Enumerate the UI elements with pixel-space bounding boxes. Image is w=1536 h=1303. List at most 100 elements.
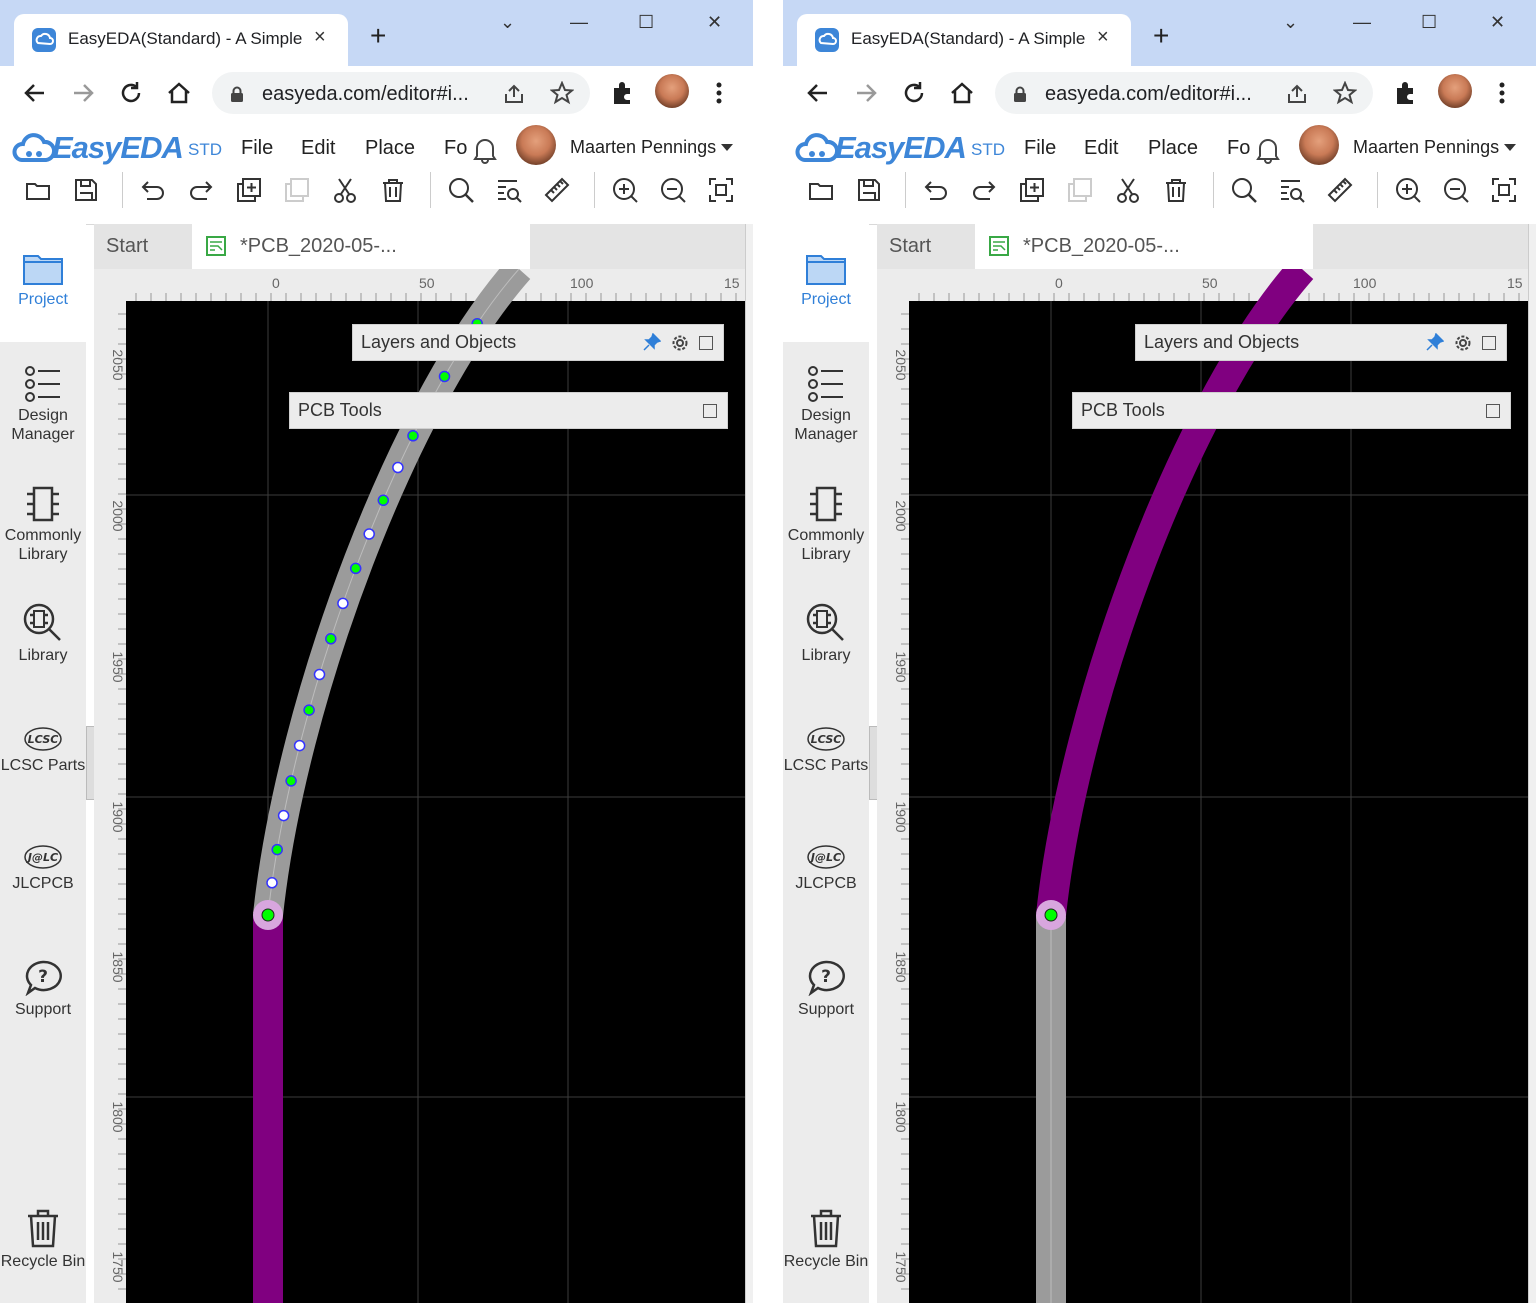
pcb-canvas-area[interactable]: 0 50 100 15 2050 2000 1950 1900 1850 180… — [877, 259, 1529, 1303]
delete-icon[interactable] — [1162, 176, 1190, 204]
sidebar-item-design-manager[interactable]: Design Manager — [0, 366, 86, 444]
home-icon[interactable] — [164, 78, 194, 108]
close-window-button[interactable]: ✕ — [707, 12, 722, 33]
redo-icon[interactable] — [970, 176, 998, 204]
maximize-icon[interactable] — [1482, 336, 1496, 350]
sidebar-item-support[interactable]: ? Support — [783, 960, 869, 1019]
address-bar[interactable]: easyeda.com/editor#i... — [212, 72, 590, 114]
open-folder-icon[interactable] — [807, 176, 835, 204]
home-icon[interactable] — [947, 78, 977, 108]
sidebar-item-library[interactable]: Library — [0, 602, 86, 665]
menu-format-truncated[interactable]: Fo — [1227, 137, 1250, 160]
notification-bell-icon[interactable] — [1255, 136, 1281, 164]
user-avatar[interactable] — [1299, 125, 1339, 165]
user-name[interactable]: Maarten Pennings — [1353, 137, 1499, 158]
close-window-button[interactable]: ✕ — [1490, 12, 1505, 33]
tab-search-icon[interactable]: ⌄ — [1283, 12, 1298, 33]
tab-close-icon[interactable]: × — [314, 26, 326, 49]
fit-icon[interactable] — [1490, 176, 1518, 204]
easyeda-cloud-logo-icon[interactable] — [12, 128, 56, 168]
undo-icon[interactable] — [139, 176, 167, 204]
sidebar-item-recycle-bin[interactable]: Recycle Bin — [783, 1208, 869, 1271]
notification-bell-icon[interactable] — [472, 136, 498, 164]
find-list-icon[interactable] — [495, 176, 523, 204]
bookmark-star-icon[interactable] — [1333, 81, 1357, 105]
search-icon[interactable] — [447, 176, 475, 204]
maximize-icon[interactable] — [1486, 404, 1500, 418]
menu-edit[interactable]: Edit — [1084, 137, 1118, 160]
new-tab-button[interactable]: + — [1153, 22, 1169, 50]
browser-profile-avatar[interactable] — [1438, 74, 1472, 108]
save-icon[interactable] — [855, 176, 883, 204]
search-icon[interactable] — [1230, 176, 1258, 204]
user-dropdown-caret-icon[interactable] — [721, 144, 733, 152]
browser-tab[interactable]: EasyEDA(Standard) - A Simple × — [14, 14, 348, 66]
user-dropdown-caret-icon[interactable] — [1504, 144, 1516, 152]
reload-icon[interactable] — [899, 78, 929, 108]
tab-start[interactable]: Start — [889, 224, 931, 269]
sidebar-item-recycle-bin[interactable]: Recycle Bin — [0, 1208, 86, 1271]
easyeda-cloud-logo-icon[interactable] — [795, 128, 839, 168]
maximize-icon[interactable] — [703, 404, 717, 418]
sidebar-item-jlcpcb[interactable]: J@LC JLCPCB — [783, 844, 869, 893]
minimize-button[interactable]: — — [570, 12, 588, 33]
save-icon[interactable] — [72, 176, 100, 204]
add-copy-icon[interactable] — [235, 176, 263, 204]
redo-icon[interactable] — [187, 176, 215, 204]
sidebar-item-lcsc-parts[interactable]: LCSC LCSC Parts — [783, 726, 869, 775]
zoom-in-icon[interactable] — [611, 176, 639, 204]
forward-arrow-icon[interactable] — [851, 78, 881, 108]
browser-tab[interactable]: EasyEDA(Standard) - A Simple × — [797, 14, 1131, 66]
right-panel-handle[interactable] — [1528, 224, 1536, 1303]
pin-icon[interactable] — [1426, 333, 1444, 351]
pcb-canvas-area[interactable]: 0 50 100 15 2050 2000 1950 1900 1850 180… — [94, 259, 746, 1303]
find-list-icon[interactable] — [1278, 176, 1306, 204]
sidebar-item-commonly-library[interactable]: Commonly Library — [783, 486, 869, 564]
maximize-button[interactable]: ☐ — [1421, 12, 1437, 33]
share-icon[interactable] — [1285, 82, 1309, 106]
layers-and-objects-panel[interactable]: Layers and Objects — [1135, 324, 1507, 361]
menu-place[interactable]: Place — [1148, 137, 1198, 160]
back-arrow-icon[interactable] — [20, 78, 50, 108]
user-avatar[interactable] — [516, 125, 556, 165]
menu-place[interactable]: Place — [365, 137, 415, 160]
zoom-in-icon[interactable] — [1394, 176, 1422, 204]
sidebar-item-project[interactable]: Project — [783, 224, 869, 342]
browser-menu-icon[interactable] — [1487, 78, 1517, 108]
sidebar-item-support[interactable]: ? Support — [0, 960, 86, 1019]
pcb-tools-panel[interactable]: PCB Tools — [289, 392, 728, 429]
extensions-puzzle-icon[interactable] — [1391, 78, 1421, 108]
open-folder-icon[interactable] — [24, 176, 52, 204]
gear-icon[interactable] — [670, 333, 690, 353]
undo-icon[interactable] — [922, 176, 950, 204]
cut-icon[interactable] — [1114, 176, 1142, 204]
minimize-button[interactable]: — — [1353, 12, 1371, 33]
pin-icon[interactable] — [643, 333, 661, 351]
sidebar-item-library[interactable]: Library — [783, 602, 869, 665]
bookmark-star-icon[interactable] — [550, 81, 574, 105]
forward-arrow-icon[interactable] — [68, 78, 98, 108]
share-icon[interactable] — [502, 82, 526, 106]
delete-icon[interactable] — [379, 176, 407, 204]
cut-icon[interactable] — [331, 176, 359, 204]
sidebar-item-jlcpcb[interactable]: J@LC JLCPCB — [0, 844, 86, 893]
ruler-icon[interactable] — [1326, 176, 1354, 204]
menu-format-truncated[interactable]: Fo — [444, 137, 467, 160]
right-panel-handle[interactable] — [745, 224, 753, 1303]
tab-start[interactable]: Start — [106, 224, 148, 269]
tab-pcb[interactable]: *PCB_2020-05-... — [975, 224, 1313, 269]
menu-edit[interactable]: Edit — [301, 137, 335, 160]
gear-icon[interactable] — [1453, 333, 1473, 353]
tab-pcb[interactable]: *PCB_2020-05-... — [192, 224, 530, 269]
extensions-puzzle-icon[interactable] — [608, 78, 638, 108]
address-bar[interactable]: easyeda.com/editor#i... — [995, 72, 1373, 114]
sidebar-item-project[interactable]: Project — [0, 224, 86, 342]
sidebar-item-commonly-library[interactable]: Commonly Library — [0, 486, 86, 564]
sidebar-item-lcsc-parts[interactable]: LCSC LCSC Parts — [0, 726, 86, 775]
back-arrow-icon[interactable] — [803, 78, 833, 108]
tab-close-icon[interactable]: × — [1097, 26, 1109, 49]
fit-icon[interactable] — [707, 176, 735, 204]
pcb-tools-panel[interactable]: PCB Tools — [1072, 392, 1511, 429]
layers-and-objects-panel[interactable]: Layers and Objects — [352, 324, 724, 361]
tab-search-icon[interactable]: ⌄ — [500, 12, 515, 33]
